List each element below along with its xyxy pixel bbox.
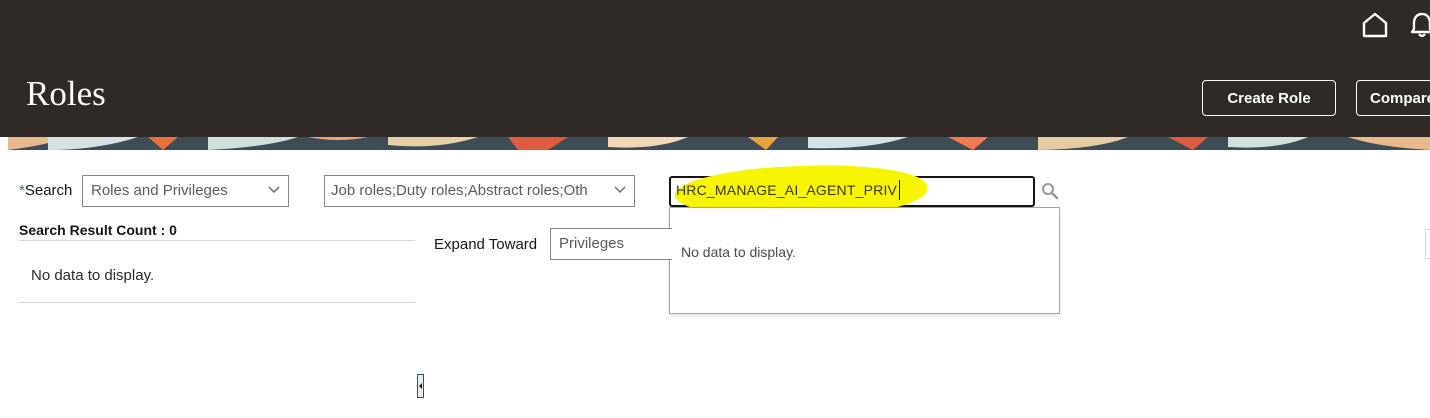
search-suggestions-dropdown: No data to display. — [669, 207, 1060, 314]
search-type-select[interactable]: Roles and Privileges — [82, 175, 289, 207]
divider — [19, 302, 415, 303]
page-title: Roles — [26, 74, 106, 113]
chevron-down-icon — [268, 186, 280, 194]
panel-edge — [1425, 229, 1430, 259]
divider — [19, 240, 415, 241]
bell-icon[interactable] — [1410, 12, 1430, 38]
search-label: *Search — [19, 182, 73, 199]
role-types-select[interactable]: Job roles;Duty roles;Abstract roles;Oth — [324, 175, 635, 207]
decorative-banner — [8, 137, 1430, 150]
results-no-data: No data to display. — [31, 267, 155, 284]
search-result-count: Search Result Count : 0 — [19, 222, 177, 238]
search-icon[interactable] — [1041, 182, 1059, 200]
home-icon[interactable] — [1362, 12, 1388, 38]
chevron-down-icon — [614, 186, 626, 194]
expand-toward-select[interactable]: Privileges — [550, 228, 672, 260]
text-caret — [899, 180, 900, 200]
expand-toward-label: Expand Toward — [434, 236, 538, 253]
dropdown-no-data: No data to display. — [681, 244, 796, 260]
search-input-value: HRC_MANAGE_AI_AGENT_PRIV — [676, 182, 898, 198]
collapse-pane-handle[interactable] — [417, 374, 424, 398]
compare-button[interactable]: Compare — [1356, 80, 1430, 116]
create-role-button[interactable]: Create Role — [1202, 80, 1336, 116]
global-header — [0, 0, 1430, 137]
